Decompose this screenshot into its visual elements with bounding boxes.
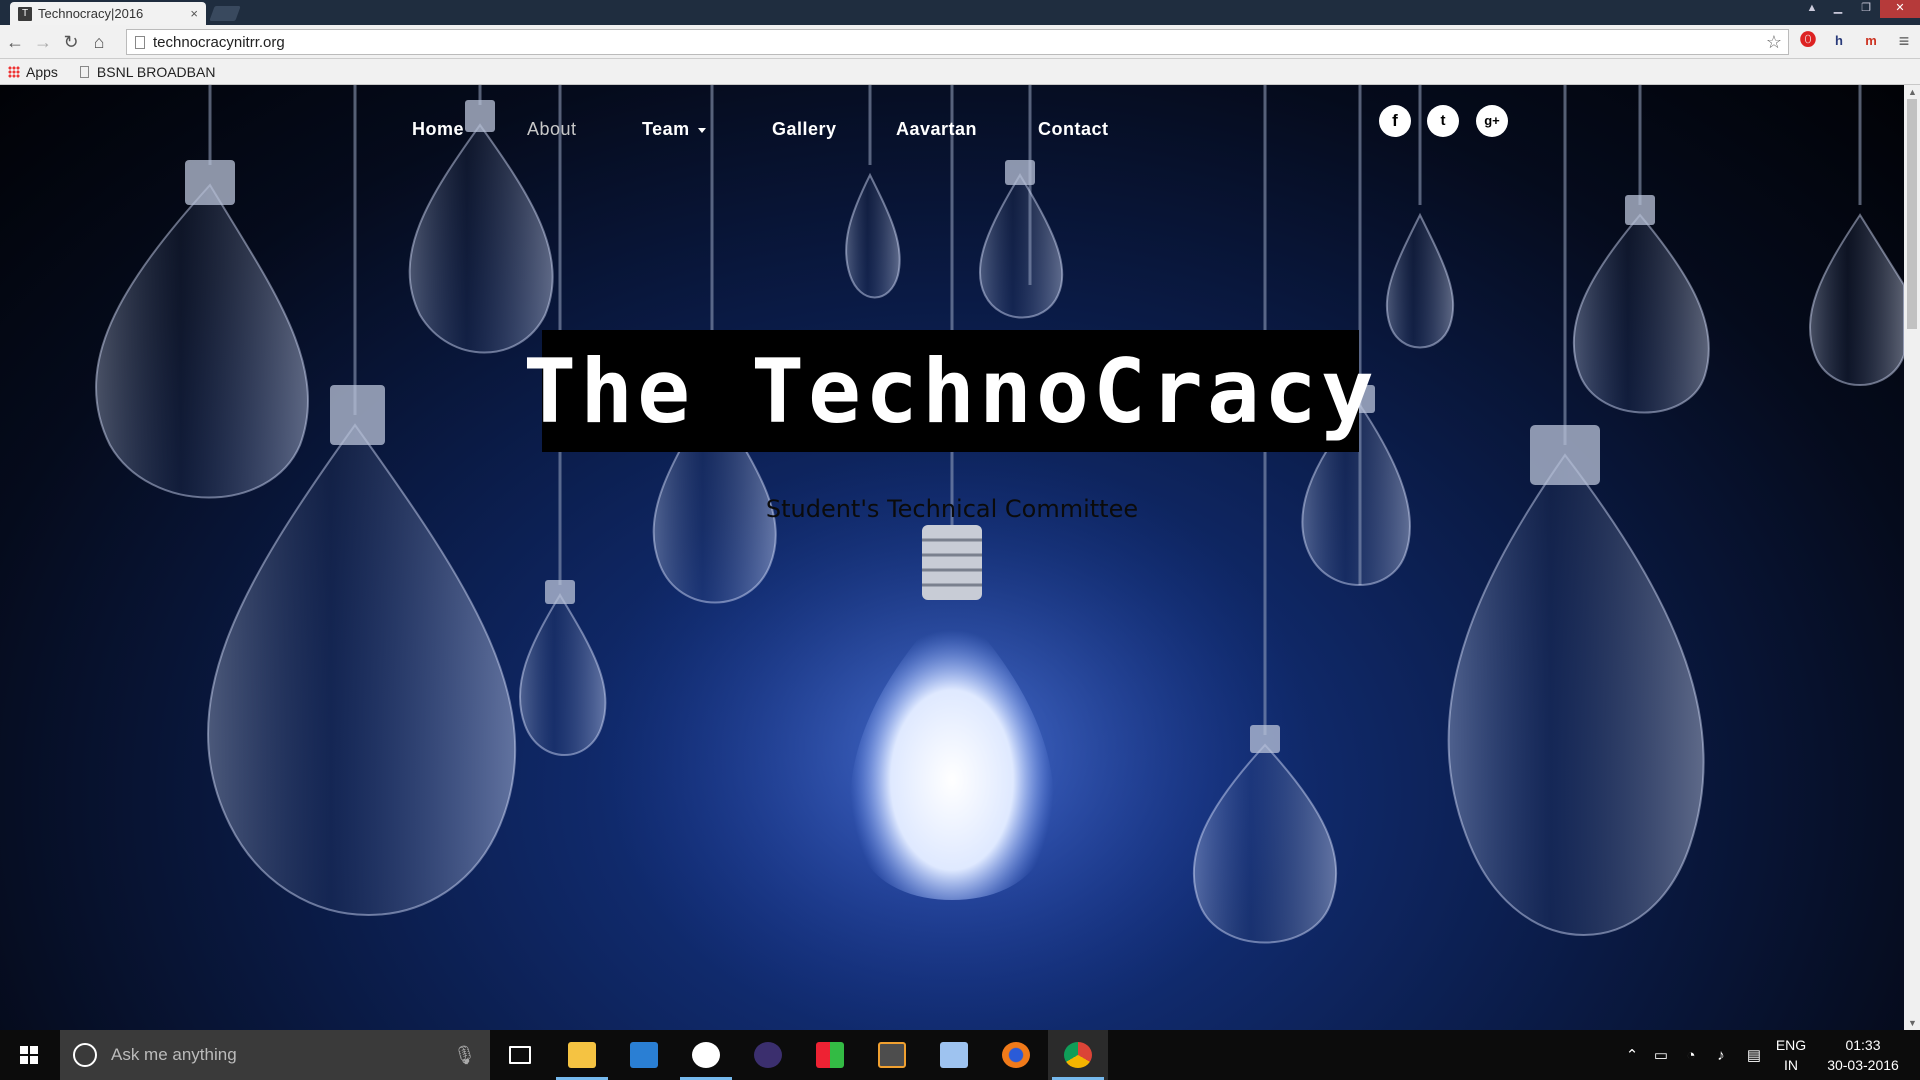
taskbar-clock[interactable]: 01:33 30-03-2016 [1818, 1035, 1908, 1075]
language-indicator[interactable]: ENG IN [1774, 1035, 1808, 1075]
clock-time: 01:33 [1845, 1037, 1881, 1053]
nav-contact[interactable]: Contact [1038, 119, 1109, 140]
nav-aavartan[interactable]: Aavartan [896, 119, 977, 140]
bsnl-bookmark[interactable]: BSNL BROADBAN [79, 63, 216, 80]
close-window-button[interactable]: ✕ [1880, 0, 1920, 18]
wifi-icon[interactable]: ◔ [1678, 1030, 1704, 1080]
browser-tab[interactable]: T Technocracy|2016 × [10, 2, 206, 25]
search-placeholder: Ask me anything [111, 1045, 237, 1064]
start-button[interactable] [0, 1030, 58, 1080]
nav-gallery[interactable]: Gallery [772, 119, 837, 140]
eclipse-icon[interactable] [738, 1030, 798, 1080]
home-icon[interactable]: ⌂ [86, 29, 112, 55]
scroll-up-icon[interactable]: ▲ [1908, 87, 1917, 97]
file-explorer-icon[interactable] [552, 1030, 612, 1080]
battery-icon[interactable]: ▭ [1648, 1030, 1674, 1080]
google-plus-icon[interactable]: g+ [1476, 105, 1508, 137]
hero-title-box: The TechnoCracy [523, 330, 1374, 452]
outlook-icon[interactable] [614, 1030, 674, 1080]
tagline: Student's Technical Committee [765, 495, 1139, 523]
windows-logo-icon [20, 1046, 38, 1064]
action-center-icon[interactable]: ▤ [1740, 1030, 1768, 1080]
cortana-search-box[interactable]: Ask me anything 🎙 [60, 1030, 490, 1080]
nav-team[interactable]: Team [642, 119, 706, 140]
windows-taskbar: Ask me anything 🎙 ⌃ ▭ ◔ ♪ ▤ ENG IN 01:33… [0, 1030, 1920, 1080]
profile-icon[interactable]: ▲ [1800, 0, 1824, 18]
facebook-icon[interactable]: f [1379, 105, 1411, 137]
microphone-icon[interactable]: 🎙 [453, 1045, 476, 1066]
nav-home[interactable]: Home [412, 119, 464, 140]
window-controls: ▲ ▁ ❐ ✕ [1800, 0, 1920, 18]
apps-bookmark[interactable]: Apps [8, 64, 58, 80]
tab-title: Technocracy|2016 [38, 6, 144, 21]
reload-icon[interactable]: ↻ [58, 29, 84, 55]
light-bulbs-background [95, 85, 1904, 1030]
lang-code: ENG [1775, 1037, 1807, 1053]
clock-date: 30-03-2016 [1827, 1057, 1899, 1073]
virtualbox-icon[interactable] [924, 1030, 984, 1080]
minimize-button[interactable]: ▁ [1824, 0, 1852, 18]
page-icon [79, 65, 89, 78]
forward-icon[interactable]: → [30, 29, 56, 55]
back-icon[interactable]: ← [2, 29, 28, 55]
media-player-icon[interactable] [676, 1030, 736, 1080]
nav-team-label: Team [642, 119, 690, 139]
url-text[interactable]: technocracynitrr.org [153, 34, 1766, 51]
bookmarks-bar: Apps BSNL BROADBAN [0, 59, 1920, 85]
h-extension-icon[interactable]: h [1828, 30, 1850, 52]
bsnl-label: BSNL BROADBAN [96, 63, 216, 80]
hero-title: The TechnoCracy [523, 339, 1378, 443]
page-icon [135, 35, 145, 49]
site-favicon-icon: T [18, 6, 32, 21]
m-extension-icon[interactable]: m [1860, 30, 1882, 52]
bookmark-star-icon[interactable]: ☆ [1766, 32, 1782, 53]
cortana-icon [73, 1043, 97, 1067]
opera-extension-icon[interactable]: ⓿ [1797, 30, 1819, 52]
address-bar[interactable]: technocracynitrr.org ☆ [126, 29, 1789, 55]
web-page: Home About Team Gallery Aavartan Contact… [0, 85, 1904, 1030]
store-icon[interactable] [800, 1030, 860, 1080]
scroll-down-icon[interactable]: ▼ [1908, 1018, 1917, 1028]
page-scrollbar[interactable]: ▲ ▼ [1904, 85, 1920, 1030]
chevron-down-icon [697, 127, 706, 133]
apps-label: Apps [26, 63, 58, 80]
scrollbar-thumb[interactable] [1907, 99, 1917, 329]
new-tab-button[interactable] [209, 6, 241, 21]
task-view-icon[interactable] [490, 1030, 550, 1080]
sublime-text-icon[interactable] [862, 1030, 922, 1080]
show-hidden-icons[interactable]: ⌃ [1620, 1030, 1644, 1080]
chrome-menu-icon[interactable]: ≡ [1893, 30, 1915, 52]
nav-about[interactable]: About [527, 119, 577, 140]
chrome-icon[interactable] [1048, 1030, 1108, 1080]
firefox-icon[interactable] [986, 1030, 1046, 1080]
tab-close-icon[interactable]: × [190, 6, 198, 21]
twitter-icon[interactable]: t [1427, 105, 1459, 137]
apps-grid-icon [8, 65, 20, 78]
volume-icon[interactable]: ♪ [1708, 1030, 1734, 1080]
lang-region: IN [1784, 1057, 1798, 1073]
browser-toolbar: ← → ↻ ⌂ technocracynitrr.org ☆ ⓿ h m ≡ [0, 25, 1920, 59]
browser-tabstrip: T Technocracy|2016 × ▲ ▁ ❐ ✕ [0, 0, 1920, 25]
restore-button[interactable]: ❐ [1852, 0, 1880, 18]
